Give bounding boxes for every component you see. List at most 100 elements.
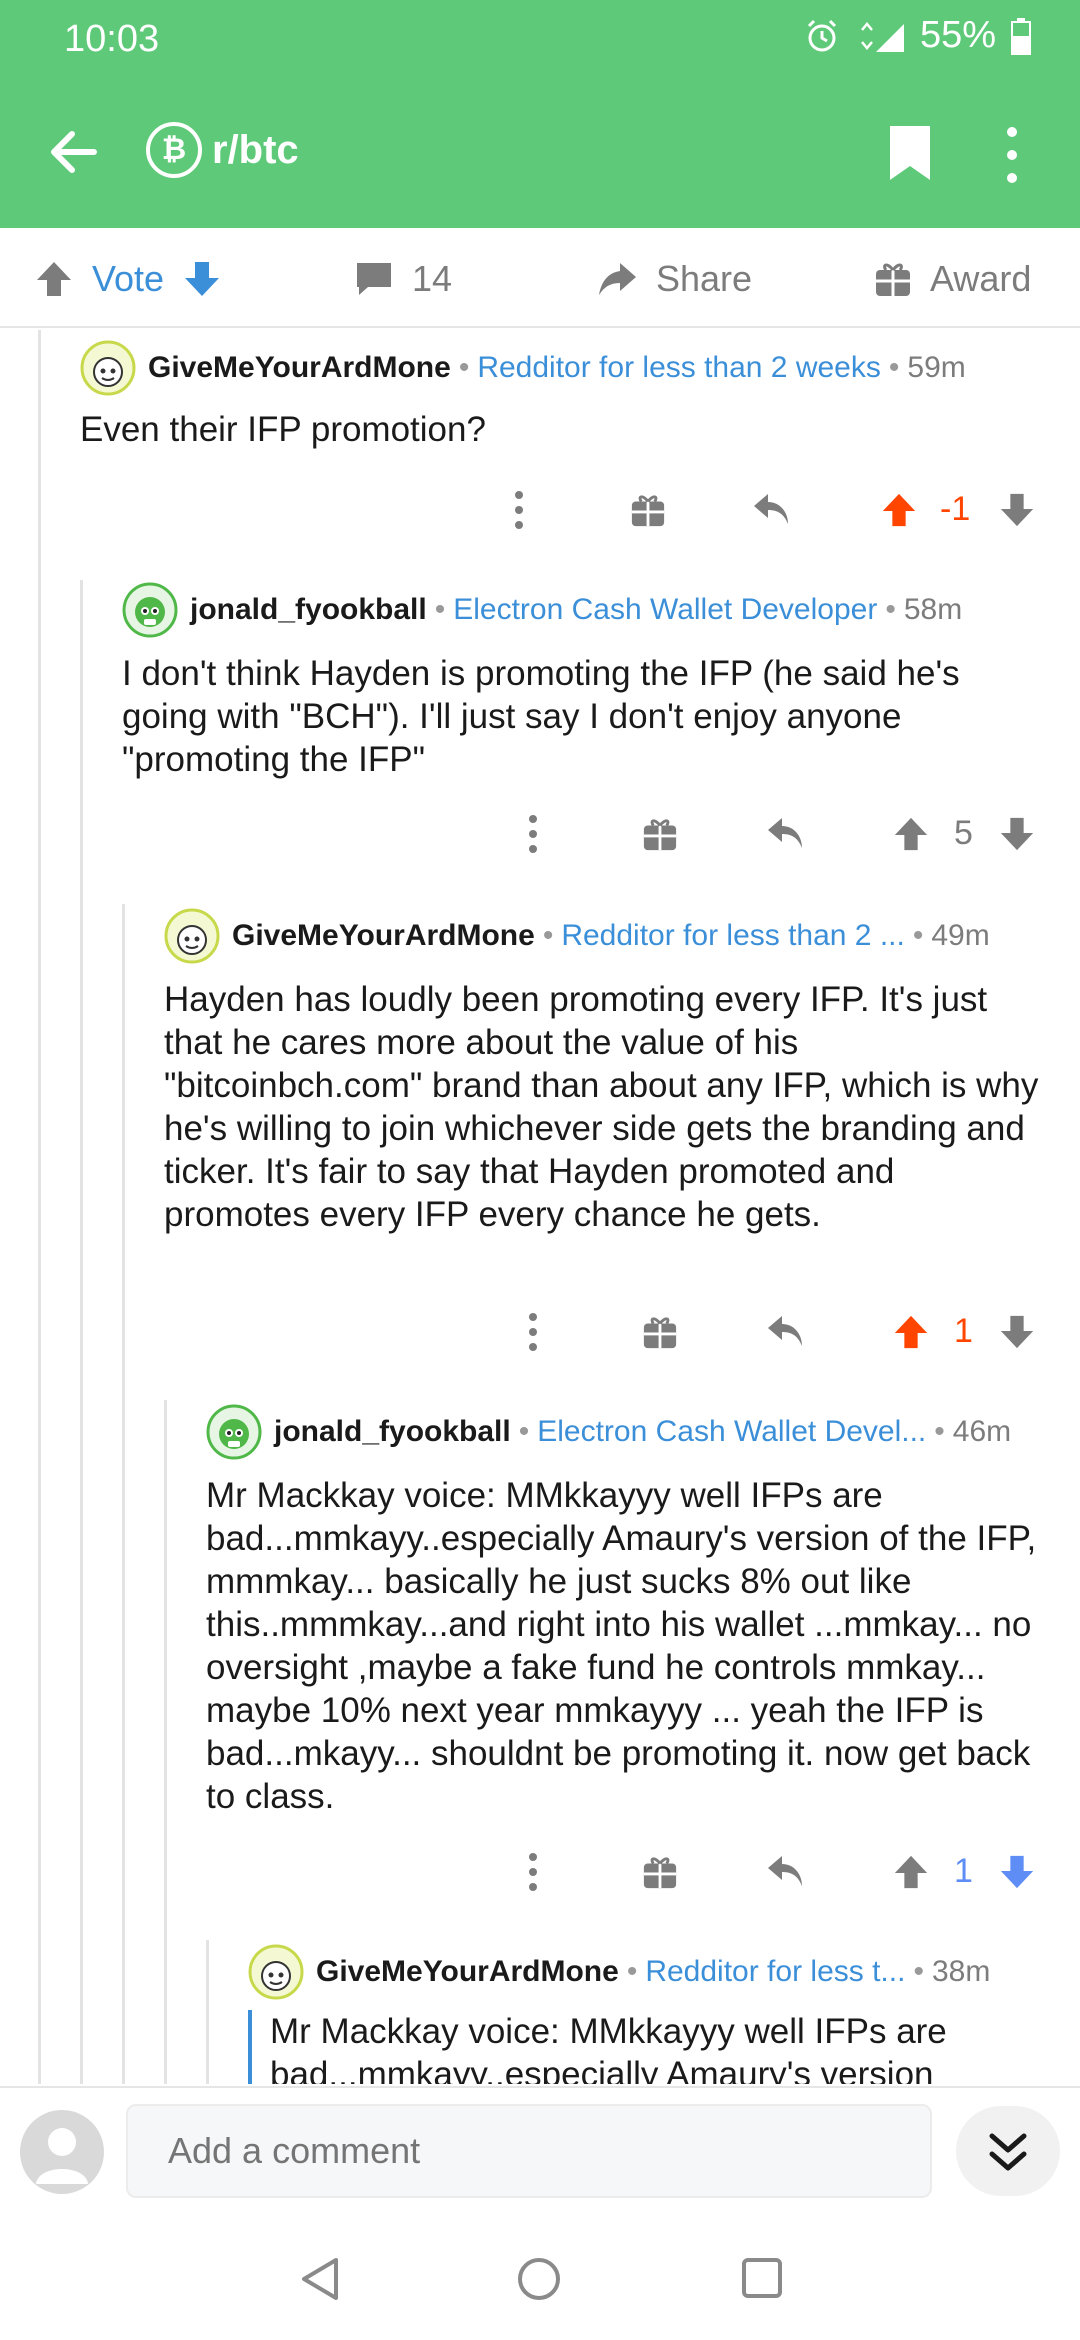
award-icon[interactable]	[642, 1854, 678, 1890]
downvote-icon[interactable]	[998, 814, 1036, 854]
comment-score: 1	[954, 1312, 973, 1350]
thread-line	[122, 904, 125, 2084]
award-icon[interactable]	[630, 492, 666, 528]
upvote-icon[interactable]	[880, 490, 918, 530]
comment-count: 14	[412, 258, 453, 299]
reply-icon[interactable]	[766, 1314, 806, 1350]
comment: GiveMeYourArdMone • Redditor for less th…	[164, 908, 1040, 1236]
reply-icon[interactable]	[752, 492, 792, 528]
comment-author[interactable]: GiveMeYourArdMone	[148, 351, 451, 385]
award-button[interactable]: Award	[874, 258, 1031, 300]
downvote-icon[interactable]	[998, 490, 1036, 530]
subreddit-name: r/btc	[212, 127, 299, 172]
separator-dot: •	[934, 1415, 945, 1448]
status-time: 10:03	[64, 18, 160, 60]
nav-back-icon[interactable]	[298, 2256, 342, 2302]
comment-age: 58m	[903, 593, 963, 626]
back-arrow-icon[interactable]	[44, 122, 104, 182]
award-icon	[876, 263, 910, 296]
comment-header: jonald_fyookball • Electron Cash Wallet …	[206, 1404, 1046, 1460]
bookmark-icon[interactable]	[886, 124, 934, 182]
comment-header: GiveMeYourArdMone • Redditor for less th…	[80, 340, 1040, 396]
user-flair: Electron Cash Wallet Developer	[453, 593, 878, 626]
comment-body: I don't think Hayden is promoting the IF…	[122, 654, 960, 779]
comment: GiveMeYourArdMone • Redditor for less t.…	[248, 1944, 1048, 2084]
snoo-avatar-icon[interactable]	[248, 1944, 304, 2000]
comment-age: 38m	[931, 1955, 991, 1988]
signal-icon	[860, 21, 904, 52]
user-flair: Redditor for less than 2 weeks	[477, 351, 881, 384]
comment-thread: GiveMeYourArdMone • Redditor for less th…	[0, 330, 1080, 2084]
comment-author[interactable]: GiveMeYourArdMone	[316, 1955, 619, 1989]
comment-icon	[357, 263, 391, 295]
comment: GiveMeYourArdMone • Redditor for less th…	[80, 340, 1040, 451]
separator-dot: •	[626, 1955, 638, 1988]
comment-input[interactable]	[126, 2104, 932, 2198]
comment-body: Mr Mackkay voice: MMkkayyy well IFPs are…	[206, 1476, 1037, 1816]
more-vertical-icon[interactable]	[526, 814, 540, 854]
comment-author[interactable]: GiveMeYourArdMone	[232, 919, 535, 953]
user-flair: Redditor for less than 2 ...	[561, 919, 905, 952]
award-icon[interactable]	[642, 1314, 678, 1350]
jump-down-button[interactable]	[956, 2106, 1060, 2196]
reply-icon[interactable]	[766, 816, 806, 852]
vote-control: Vote	[34, 258, 222, 300]
snoo-avatar-icon[interactable]	[80, 340, 136, 396]
status-icons: 55%	[804, 14, 1032, 57]
subreddit-title[interactable]: ₿ r/btc	[146, 122, 299, 178]
upvote-icon[interactable]	[892, 1312, 930, 1352]
comments-button[interactable]: 14	[354, 258, 452, 300]
post-action-bar: Vote 14 Share Award	[0, 228, 1080, 328]
comment-body: Hayden has loudly been promoting every I…	[164, 980, 1039, 1234]
award-icon[interactable]	[642, 816, 678, 852]
more-vertical-icon[interactable]	[526, 1852, 540, 1892]
system-nav-bar	[0, 2212, 1080, 2340]
bitcoin-icon: ₿	[146, 122, 202, 178]
downvote-icon[interactable]	[998, 1852, 1036, 1892]
comment-header: jonald_fyookball • Electron Cash Wallet …	[122, 582, 1040, 638]
user-avatar-icon[interactable]	[20, 2110, 104, 2194]
more-vertical-icon[interactable]	[526, 1312, 540, 1352]
comment-author[interactable]: jonald_fyookball	[190, 593, 427, 627]
separator-dot: •	[434, 593, 446, 626]
more-vertical-icon[interactable]	[1000, 124, 1024, 186]
snoo-avatar-icon[interactable]	[164, 908, 220, 964]
snoo-avatar-icon[interactable]	[122, 582, 178, 638]
upvote-icon[interactable]	[892, 814, 930, 854]
nav-recents-icon[interactable]	[740, 2256, 784, 2300]
app-header: 10:03 55% ₿ r/btc	[0, 0, 1080, 228]
share-label: Share	[656, 258, 753, 299]
quoted-text: Mr Mackkay voice: MMkkayyy well IFPs are…	[248, 2010, 1048, 2084]
upvote-icon[interactable]	[892, 1852, 930, 1892]
comment: jonald_fyookball • Electron Cash Wallet …	[122, 582, 1040, 781]
comment-age: 59m	[907, 351, 966, 384]
comment-author[interactable]: jonald_fyookball	[274, 1415, 511, 1449]
comment-score: -1	[940, 490, 971, 528]
share-button[interactable]: Share	[596, 258, 752, 300]
comment-header: GiveMeYourArdMone • Redditor for less th…	[164, 908, 1040, 964]
thread-line	[38, 330, 41, 2084]
upvote-icon[interactable]	[34, 259, 74, 299]
thread-line	[164, 1400, 167, 2084]
comment-actions: 1	[0, 1842, 1080, 1902]
alarm-icon	[807, 19, 836, 51]
comment-score: 1	[954, 1852, 973, 1890]
comment-actions: 1	[0, 1302, 1080, 1362]
separator-dot: •	[888, 351, 900, 384]
comment: jonald_fyookball • Electron Cash Wallet …	[206, 1404, 1046, 1818]
downvote-icon[interactable]	[182, 259, 222, 299]
comment-header: GiveMeYourArdMone • Redditor for less t.…	[248, 1944, 1048, 2000]
battery-icon	[1011, 17, 1031, 55]
share-icon	[599, 263, 636, 295]
comment-score: 5	[954, 814, 973, 852]
more-vertical-icon[interactable]	[512, 490, 526, 530]
reply-icon[interactable]	[766, 1854, 806, 1890]
separator-dot: •	[518, 1415, 530, 1448]
downvote-icon[interactable]	[998, 1312, 1036, 1352]
award-label: Award	[930, 258, 1032, 299]
comment-age: 49m	[931, 919, 990, 952]
separator-dot: •	[885, 593, 896, 626]
nav-home-icon[interactable]	[516, 2256, 562, 2302]
battery-percent: 55%	[919, 14, 996, 56]
snoo-avatar-icon[interactable]	[206, 1404, 262, 1460]
